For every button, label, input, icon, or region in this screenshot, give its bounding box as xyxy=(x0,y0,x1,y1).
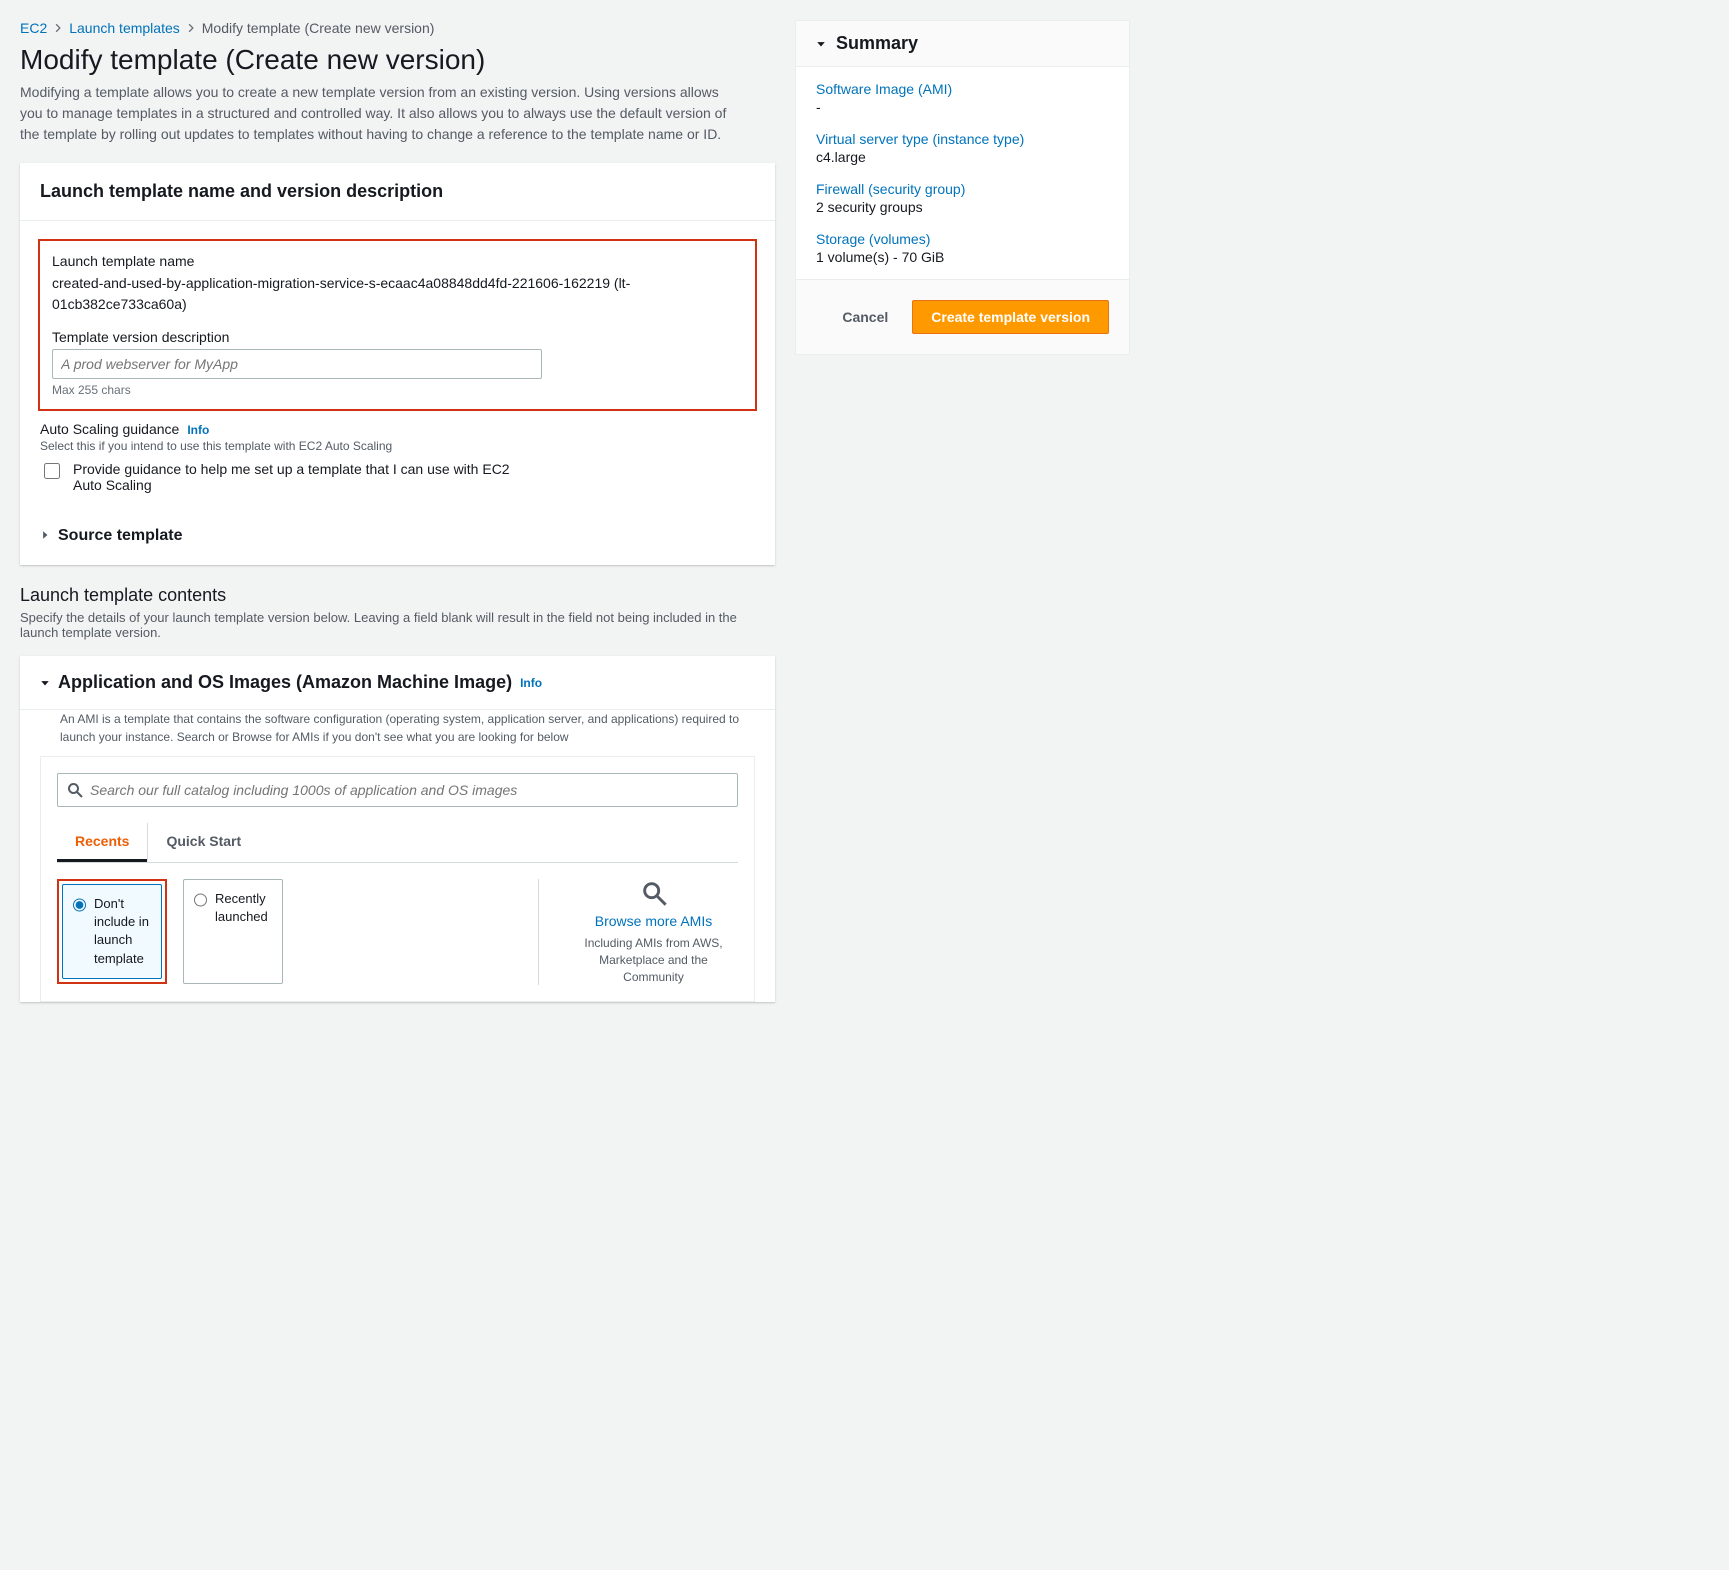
version-desc-input[interactable] xyxy=(52,349,542,379)
search-icon xyxy=(67,782,83,798)
breadcrumb-launch-templates[interactable]: Launch templates xyxy=(69,20,180,36)
browse-amis-link[interactable]: Browse more AMIs xyxy=(569,913,738,929)
source-template-label: Source template xyxy=(58,527,182,545)
ami-panel: Application and OS Images (Amazon Machin… xyxy=(20,656,775,1002)
radio-recently-launched-input[interactable] xyxy=(194,893,207,907)
summary-ami-label[interactable]: Software Image (AMI) xyxy=(816,81,1109,97)
contents-title: Launch template contents xyxy=(20,585,775,606)
cancel-button[interactable]: Cancel xyxy=(838,301,892,333)
summary-storage-label[interactable]: Storage (volumes) xyxy=(816,231,1109,247)
summary-title: Summary xyxy=(836,33,918,54)
panel-header: Launch template name and version descrip… xyxy=(20,163,775,221)
summary-header[interactable]: Summary xyxy=(796,21,1129,67)
info-link[interactable]: Info xyxy=(520,676,542,690)
ami-panel-description: An AMI is a template that contains the s… xyxy=(20,710,775,756)
chevron-right-icon xyxy=(53,20,63,36)
contents-description: Specify the details of your launch templ… xyxy=(20,610,775,640)
summary-panel: Summary Software Image (AMI) - Virtual s… xyxy=(795,20,1130,355)
summary-ami-value: - xyxy=(816,99,1109,115)
summary-item-storage: Storage (volumes) 1 volume(s) - 70 GiB xyxy=(816,231,1109,265)
info-link[interactable]: Info xyxy=(187,423,209,437)
page-description: Modifying a template allows you to creat… xyxy=(20,82,740,145)
template-name-label: Launch template name xyxy=(52,253,743,269)
page-title: Modify template (Create new version) xyxy=(20,44,775,76)
tab-quick-start[interactable]: Quick Start xyxy=(147,823,259,862)
summary-firewall-value: 2 security groups xyxy=(816,199,1109,215)
autoscaling-checkbox-label: Provide guidance to help me set up a tem… xyxy=(73,461,533,493)
radio-dont-include-input[interactable] xyxy=(73,898,86,912)
radio-dont-include[interactable]: Don't include in launch template xyxy=(62,884,162,979)
search-icon xyxy=(640,879,668,907)
ami-panel-title: Application and OS Images (Amazon Machin… xyxy=(58,672,512,693)
summary-item-instance-type: Virtual server type (instance type) c4.l… xyxy=(816,131,1109,165)
ami-panel-header[interactable]: Application and OS Images (Amazon Machin… xyxy=(20,656,775,710)
breadcrumb-current: Modify template (Create new version) xyxy=(202,20,435,36)
browse-amis-column: Browse more AMIs Including AMIs from AWS… xyxy=(538,879,738,985)
panel-title: Launch template name and version descrip… xyxy=(40,181,755,202)
source-template-toggle[interactable]: Source template xyxy=(20,523,775,565)
contents-section-header: Launch template contents Specify the det… xyxy=(20,585,775,640)
ami-tabs: Recents Quick Start xyxy=(57,823,738,863)
browse-amis-subtext: Including AMIs from AWS, Marketplace and… xyxy=(569,935,738,985)
summary-item-ami: Software Image (AMI) - xyxy=(816,81,1109,115)
autoscaling-checkbox[interactable] xyxy=(44,463,60,479)
chevron-right-icon xyxy=(186,20,196,36)
summary-item-firewall: Firewall (security group) 2 security gro… xyxy=(816,181,1109,215)
highlighted-name-block: Launch template name created-and-used-by… xyxy=(38,239,757,411)
version-desc-label: Template version description xyxy=(52,329,743,345)
version-desc-hint: Max 255 chars xyxy=(52,383,743,397)
breadcrumb-ec2[interactable]: EC2 xyxy=(20,20,47,36)
summary-instance-type-label[interactable]: Virtual server type (instance type) xyxy=(816,131,1109,147)
radio-recently-launched-label: Recently launched xyxy=(215,890,272,926)
create-template-version-button[interactable]: Create template version xyxy=(912,300,1109,334)
radio-dont-include-label: Don't include in launch template xyxy=(94,895,151,968)
caret-right-icon xyxy=(40,527,50,545)
name-description-panel: Launch template name and version descrip… xyxy=(20,163,775,565)
summary-firewall-label[interactable]: Firewall (security group) xyxy=(816,181,1109,197)
highlighted-radio-block: Don't include in launch template xyxy=(57,879,167,984)
autoscaling-desc: Select this if you intend to use this te… xyxy=(40,439,755,453)
caret-down-icon xyxy=(816,36,826,52)
radio-recently-launched[interactable]: Recently launched xyxy=(183,879,283,984)
autoscaling-label: Auto Scaling guidance xyxy=(40,421,179,437)
summary-storage-value: 1 volume(s) - 70 GiB xyxy=(816,249,1109,265)
ami-search-input[interactable] xyxy=(57,773,738,807)
summary-instance-type-value: c4.large xyxy=(816,149,1109,165)
template-name-value: created-and-used-by-application-migratio… xyxy=(52,273,743,315)
caret-down-icon xyxy=(40,675,50,691)
breadcrumb: EC2 Launch templates Modify template (Cr… xyxy=(20,20,775,36)
ami-inner-panel: Recents Quick Start Don't include in lau… xyxy=(40,756,755,1002)
tab-recents[interactable]: Recents xyxy=(57,823,147,862)
